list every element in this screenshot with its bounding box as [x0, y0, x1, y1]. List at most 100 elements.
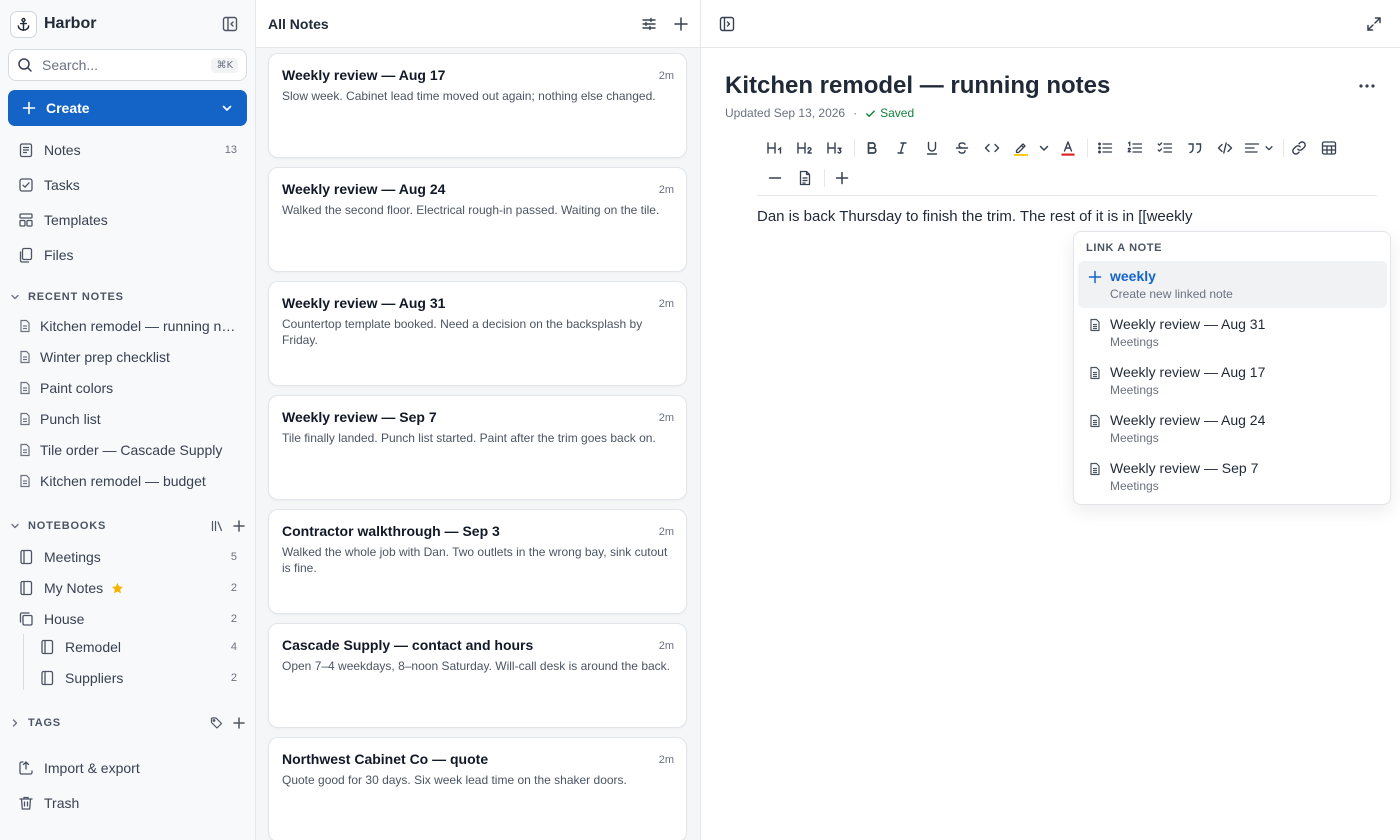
strikethrough-icon[interactable]	[952, 138, 972, 158]
bullet-list-icon[interactable]	[1095, 138, 1115, 158]
collapse-sidebar-icon[interactable]	[222, 16, 238, 32]
table-icon[interactable]	[1319, 138, 1339, 158]
highlight-icon[interactable]	[1011, 138, 1031, 158]
import-export-icon	[18, 760, 34, 776]
recent-note-item[interactable]: Punch list	[8, 406, 247, 432]
create-linked-note-option[interactable]: weekly Create new linked note	[1078, 261, 1387, 308]
note-card[interactable]: Contractor walkthrough — Sep 3 2m Walked…	[268, 509, 687, 614]
link-note-option[interactable]: Weekly review — Aug 24 Meetings	[1078, 405, 1387, 452]
create-label: Create	[46, 100, 90, 116]
heading-1-icon[interactable]	[765, 138, 785, 158]
notebook-label: Meetings	[44, 549, 101, 565]
note-card[interactable]: Weekly review — Aug 24 2m Walked the sec…	[268, 167, 687, 272]
italic-icon[interactable]	[892, 138, 912, 158]
toggle-panel-icon[interactable]	[719, 16, 735, 32]
recent-note-item[interactable]: Paint colors	[8, 375, 247, 401]
note-card[interactable]: Northwest Cabinet Co — quote 2m Quote go…	[268, 737, 687, 840]
document-icon	[18, 350, 32, 364]
heading-3-icon[interactable]	[825, 138, 845, 158]
sidebar-item-notes[interactable]: Notes 13	[8, 135, 247, 165]
popup-heading: LINK A NOTE	[1086, 242, 1163, 254]
chevron-down-icon[interactable]	[221, 102, 233, 114]
note-card[interactable]: Cascade Supply — contact and hours 2m Op…	[268, 623, 687, 728]
recent-note-item[interactable]: Winter prep checklist	[8, 344, 247, 370]
trash-button[interactable]: Trash	[8, 788, 247, 818]
sidebar-item-templates[interactable]: Templates	[8, 205, 247, 235]
recent-note-item[interactable]: Kitchen remodel — budget	[8, 468, 247, 494]
note-card-snippet: Countertop template booked. Need a decis…	[282, 317, 643, 347]
text-color-icon[interactable]	[1058, 138, 1078, 158]
chevron-down-icon[interactable]	[1259, 138, 1279, 158]
sidebar-item-files[interactable]: Files	[8, 240, 247, 270]
recent-note-label: Paint colors	[40, 380, 114, 396]
sidebar-item-tasks[interactable]: Tasks	[8, 170, 247, 200]
note-card-title: Weekly review — Aug 17	[282, 67, 446, 83]
note-card[interactable]: Weekly review — Aug 17 2m Slow week. Cab…	[268, 53, 687, 158]
numbered-list-icon[interactable]	[1125, 138, 1145, 158]
notebook-count: 2	[230, 582, 237, 594]
recent-note-label: Punch list	[40, 411, 101, 427]
document-icon	[18, 381, 32, 395]
recent-notes-header[interactable]: RECENT NOTES	[10, 288, 246, 306]
tags-icon[interactable]	[210, 716, 224, 730]
underline-icon[interactable]	[922, 138, 942, 158]
insert-document-icon[interactable]	[795, 168, 815, 188]
notebook-meetings[interactable]: Meetings 5	[8, 542, 247, 572]
new-note-icon[interactable]	[673, 16, 689, 32]
link-note-option[interactable]: Weekly review — Aug 31 Meetings	[1078, 309, 1387, 356]
insert-block-icon[interactable]	[832, 168, 852, 188]
notebook-house[interactable]: House 2	[8, 604, 247, 634]
document-icon	[1088, 462, 1102, 476]
notebook-remodel[interactable]: Remodel 4	[29, 632, 247, 662]
link-note-option[interactable]: Weekly review — Sep 7 Meetings	[1078, 453, 1387, 500]
chevron-right-icon[interactable]	[10, 718, 20, 728]
note-card-title: Weekly review — Sep 7	[282, 409, 437, 425]
note-body[interactable]: Dan is back Thursday to finish the trim.…	[757, 208, 1192, 225]
add-tag-icon[interactable]	[232, 716, 246, 730]
notebooks-header[interactable]: NOTEBOOKS	[10, 517, 246, 535]
option-subtitle: Create new linked note	[1110, 287, 1233, 301]
create-button[interactable]: Create	[8, 90, 247, 126]
tags-header[interactable]: TAGS	[10, 714, 246, 732]
chevron-down-icon[interactable]	[1034, 138, 1054, 158]
option-subtitle: Meetings	[1110, 383, 1159, 397]
code-icon[interactable]	[982, 138, 1002, 158]
heading-2-icon[interactable]	[795, 138, 815, 158]
quote-icon[interactable]	[1185, 138, 1205, 158]
document-icon	[1088, 414, 1102, 428]
note-card-time: 2m	[658, 412, 674, 424]
note-card-time: 2m	[658, 184, 674, 196]
document-icon	[18, 319, 32, 333]
notebook-icon	[18, 580, 34, 596]
expand-icon[interactable]	[1366, 16, 1382, 32]
link-icon[interactable]	[1289, 138, 1309, 158]
recent-note-item[interactable]: Kitchen remodel — running notes	[8, 313, 247, 339]
files-icon	[18, 247, 34, 263]
library-icon[interactable]	[210, 519, 224, 533]
notebook-suppliers[interactable]: Suppliers 2	[29, 663, 247, 693]
notebook-count: 2	[230, 672, 237, 684]
import-export-button[interactable]: Import & export	[8, 753, 247, 783]
templates-icon	[18, 212, 34, 228]
code-block-icon[interactable]	[1215, 138, 1235, 158]
chevron-down-icon[interactable]	[10, 521, 20, 531]
notebook-my-notes[interactable]: My Notes 2	[8, 573, 247, 603]
horizontal-rule-icon[interactable]	[765, 168, 785, 188]
note-title[interactable]: Kitchen remodel — running notes	[725, 72, 1110, 100]
add-notebook-icon[interactable]	[232, 519, 246, 533]
chevron-down-icon[interactable]	[10, 292, 20, 302]
more-options-icon[interactable]	[1358, 80, 1376, 92]
checklist-icon[interactable]	[1155, 138, 1175, 158]
document-icon	[1088, 366, 1102, 380]
search-input[interactable]: Search... ⌘K	[8, 49, 247, 81]
sidebar-item-label: Tasks	[44, 177, 80, 193]
filter-icon[interactable]	[641, 16, 657, 32]
formatting-toolbar	[757, 134, 1377, 196]
option-title: Weekly review — Sep 7	[1110, 460, 1259, 476]
note-card[interactable]: Weekly review — Aug 31 2m Countertop tem…	[268, 281, 687, 386]
link-note-popup: LINK A NOTE weekly Create new linked not…	[1073, 231, 1391, 505]
recent-note-item[interactable]: Tile order — Cascade Supply	[8, 437, 247, 463]
note-card[interactable]: Weekly review — Sep 7 2m Tile finally la…	[268, 395, 687, 500]
bold-icon[interactable]	[862, 138, 882, 158]
link-note-option[interactable]: Weekly review — Aug 17 Meetings	[1078, 357, 1387, 404]
